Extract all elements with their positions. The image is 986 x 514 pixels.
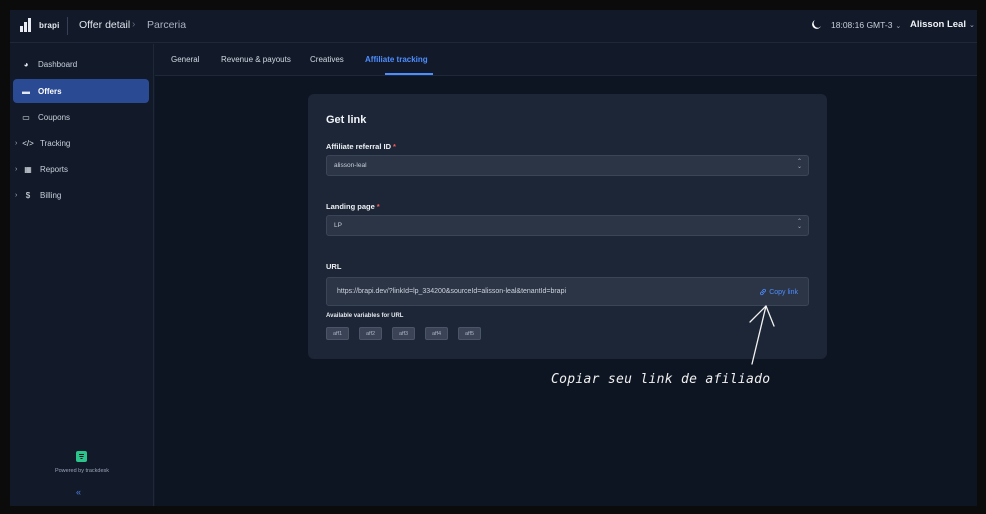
sidebar-item-label: Offers — [38, 86, 62, 96]
variable-chip-aff1[interactable]: aff1 — [326, 327, 350, 340]
annotation-text: Copiar seu link de afiliado — [551, 372, 771, 387]
powered-by-text: Powered by trackdesk — [54, 468, 110, 474]
copy-link-label: Copy link — [769, 288, 798, 296]
variable-chip-aff3[interactable]: aff3 — [392, 327, 416, 340]
sidebar-item-dashboard[interactable]: ◕ Dashboard — [13, 52, 149, 76]
landing-page-label-text: Landing page — [326, 202, 375, 211]
collapse-sidebar-icon[interactable]: « — [76, 487, 81, 497]
code-icon: </> — [22, 138, 34, 148]
required-mark: * — [376, 202, 380, 211]
affiliate-id-label: Affiliate referral ID * — [326, 142, 396, 151]
sidebar-item-reports[interactable]: › ▦ Reports — [13, 157, 149, 181]
sidebar-item-label: Coupons — [38, 112, 71, 122]
chevron-down-icon: ⌄ — [968, 22, 975, 29]
expand-chevron-icon: › — [15, 191, 18, 199]
tab-creatives[interactable]: Creatives — [310, 55, 344, 64]
landing-page-label: Landing page * — [326, 202, 380, 211]
landing-page-select[interactable]: LP ⌃ ⌄ — [326, 215, 809, 236]
logo-text: brapi — [39, 20, 60, 30]
available-variables-label: Available variables for URL — [326, 313, 404, 319]
sidebar-item-label: Billing — [40, 190, 62, 200]
header-divider — [67, 17, 68, 35]
link-icon — [760, 288, 767, 296]
moon-icon[interactable] — [811, 19, 822, 30]
variable-chip-aff5[interactable]: aff5 — [458, 327, 482, 340]
copy-link-button[interactable]: Copy link — [759, 288, 798, 296]
variable-chip-aff4[interactable]: aff4 — [425, 327, 449, 340]
expand-chevron-icon: › — [15, 139, 18, 147]
select-arrows-icon: ⌃ ⌄ — [796, 219, 802, 230]
expand-chevron-icon: › — [15, 165, 18, 173]
card-title: Get link — [326, 114, 367, 126]
sidebar-item-label: Tracking — [40, 138, 71, 148]
brapi-logo[interactable]: brapi — [20, 18, 60, 32]
app-window: brapi Offer detail › Parceria 18:08:16 G… — [10, 10, 977, 506]
tab-bar: General Revenue & payouts Creatives Affi… — [155, 44, 977, 76]
reports-icon: ▦ — [24, 164, 32, 174]
breadcrumb-current: Parceria — [147, 19, 187, 31]
required-mark: * — [393, 142, 396, 151]
sidebar-item-label: Reports — [40, 164, 69, 174]
sidebar-item-billing[interactable]: › $ Billing — [13, 183, 149, 207]
user-name: Alisson Leal — [910, 19, 966, 30]
tab-affiliate-tracking[interactable]: Affiliate tracking — [365, 55, 428, 64]
chevron-down-icon: ⌄ — [895, 23, 902, 30]
timezone-clock[interactable]: 18:08:16 GMT-3 ⌄ — [831, 20, 901, 30]
sidebar-item-tracking[interactable]: › </> Tracking — [13, 131, 149, 155]
url-value: https://brapi.dev/?linkId=lp_334200&sour… — [337, 288, 567, 295]
breadcrumb-chevron-icon: › — [132, 19, 136, 30]
select-arrows-icon: ⌃ ⌄ — [796, 159, 802, 170]
affiliate-id-select[interactable]: alisson-leal ⌃ ⌄ — [326, 155, 809, 176]
dollar-icon: $ — [25, 190, 31, 200]
sidebar-item-label: Dashboard — [38, 59, 78, 69]
url-field[interactable]: https://brapi.dev/?linkId=lp_334200&sour… — [326, 277, 809, 306]
tab-revenue-payouts[interactable]: Revenue & payouts — [221, 55, 291, 64]
url-label: URL — [326, 262, 342, 271]
top-header: brapi Offer detail › Parceria 18:08:16 G… — [10, 10, 977, 43]
tab-general[interactable]: General — [171, 55, 199, 64]
bar-chart-logo-icon — [20, 18, 34, 32]
breadcrumb-offer-detail[interactable]: Offer detail — [79, 19, 130, 31]
pie-chart-icon: ◕ — [23, 59, 29, 69]
coupon-icon: ▭ — [22, 112, 30, 122]
sidebar-item-offers[interactable]: ▬ Offers — [13, 79, 149, 103]
affiliate-id-label-text: Affiliate referral ID — [326, 142, 392, 151]
clock-text: 18:08:16 GMT-3 — [831, 20, 893, 30]
affiliate-id-value: alisson-leal — [334, 162, 367, 169]
user-menu[interactable]: Alisson Leal ⌄ — [910, 19, 975, 30]
sidebar: ◕ Dashboard ▬ Offers ▭ Coupons › </> Tra… — [10, 44, 154, 506]
trackdesk-logo-icon — [76, 451, 87, 462]
active-tab-indicator — [385, 73, 433, 75]
offers-icon: ▬ — [22, 86, 30, 96]
annotation-arrow-icon — [749, 305, 775, 365]
sidebar-item-coupons[interactable]: ▭ Coupons — [13, 105, 149, 129]
variable-chip-aff2[interactable]: aff2 — [359, 327, 383, 340]
landing-page-value: LP — [334, 222, 342, 229]
